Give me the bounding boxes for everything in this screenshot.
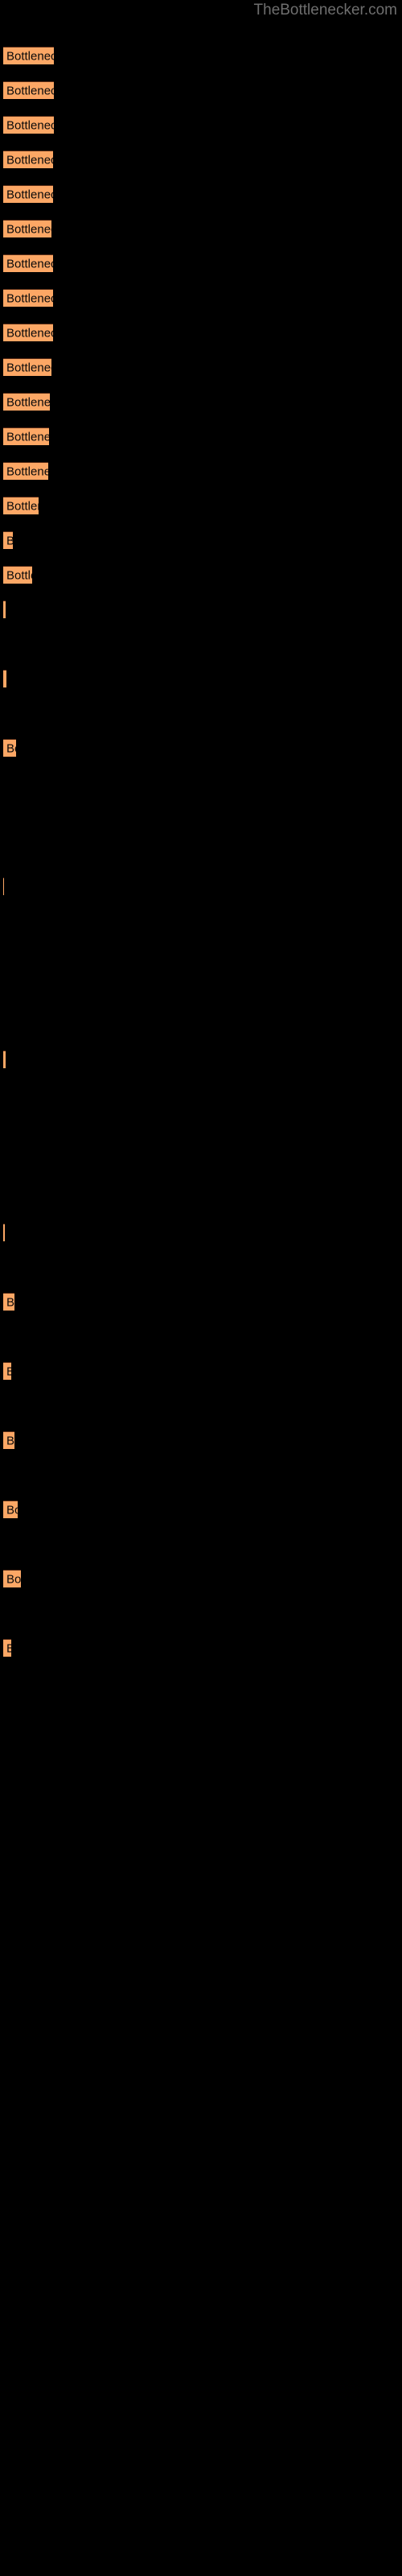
bar-label: Bottleneck result bbox=[6, 222, 51, 237]
bar: Bottleneck result bbox=[3, 462, 48, 480]
bar-label-clip: Bottleneck result bbox=[3, 1501, 18, 1519]
bar-label: Bottleneck result bbox=[6, 84, 54, 98]
bar-label-clip: Bottleneck result bbox=[3, 428, 49, 446]
bar-label-clip: Bottleneck result bbox=[3, 1432, 14, 1450]
bar-label: Bottleneck result bbox=[6, 153, 53, 167]
bar-label-clip: Bottleneck result bbox=[3, 221, 51, 238]
bar: Bottleneck result bbox=[3, 1501, 18, 1518]
bar: Bottleneck result bbox=[3, 220, 51, 237]
bar-label-clip: Bottleneck result bbox=[3, 1363, 11, 1381]
bar-label-clip: Bottleneck result bbox=[3, 47, 54, 65]
site-watermark: TheBottlenecker.com bbox=[253, 2, 397, 19]
bar-label-clip: Bottleneck result bbox=[3, 671, 6, 688]
bar-label-clip: Bottleneck result bbox=[3, 1224, 5, 1242]
bar-label-clip: Bottleneck result bbox=[3, 1640, 11, 1657]
bar-label: Bottleneck result bbox=[6, 1364, 11, 1379]
bar-label-clip: Bottleneck result bbox=[3, 82, 54, 100]
bottleneck-bar-chart: Bottleneck result Bottleneck result Bottle… bbox=[0, 0, 402, 2576]
bar-label-clip: Bottleneck result bbox=[3, 290, 53, 308]
plot-clip-area: Bottleneck result Bottleneck result Bottle… bbox=[0, 0, 402, 2576]
bar-label-clip: Bottleneck result bbox=[3, 878, 4, 896]
bar-label: Bottleneck result bbox=[6, 1295, 14, 1310]
bar-label-clip: Bottleneck result bbox=[3, 497, 39, 515]
bar-label: Bottleneck result bbox=[6, 291, 53, 306]
bar: Bottleneck result bbox=[3, 497, 39, 514]
bar-label-clip: Bottleneck result bbox=[3, 151, 53, 169]
bar: Bottleneck result bbox=[3, 1051, 6, 1068]
bar: Bottleneck result bbox=[3, 670, 6, 687]
bar: Bottleneck result bbox=[3, 1224, 5, 1241]
bar: Bottleneck result bbox=[3, 601, 6, 618]
bar: Bottleneck result bbox=[3, 151, 53, 168]
bar-label-clip: Bottleneck result bbox=[3, 463, 48, 481]
bar-label: Bottleneck result bbox=[6, 361, 51, 375]
bar: Bottleneck result bbox=[3, 531, 13, 549]
plot-area: Bottleneck result Bottleneck result Bottle… bbox=[0, 0, 402, 2576]
bar: Bottleneck result bbox=[3, 1293, 14, 1311]
bar-label-clip: Bottleneck result bbox=[3, 740, 16, 758]
bar: Bottleneck result bbox=[3, 427, 49, 445]
bar: Bottleneck result bbox=[3, 1362, 11, 1380]
bar-label: Bottleneck result bbox=[6, 395, 50, 410]
bar: Bottleneck result bbox=[3, 185, 53, 203]
bar-label: Bottleneck result bbox=[6, 741, 16, 756]
bar: Bottleneck result bbox=[3, 254, 53, 272]
bar: Bottleneck result bbox=[3, 81, 54, 99]
bar-label-clip: Bottleneck result bbox=[3, 532, 13, 550]
bar-label-clip: Bottleneck result bbox=[3, 567, 32, 584]
bar-label: Bottleneck result bbox=[6, 118, 54, 133]
bar-label-clip: Bottleneck result bbox=[3, 1571, 21, 1588]
bar-label: Bottleneck result bbox=[6, 188, 53, 202]
bar-label-clip: Bottleneck result bbox=[3, 255, 53, 273]
bar-label-clip: Bottleneck result bbox=[3, 186, 53, 204]
bar-label-clip: Bottleneck result bbox=[3, 359, 51, 377]
bar-label-clip: Bottleneck result bbox=[3, 394, 50, 411]
bar-label: Bottleneck result bbox=[6, 534, 13, 548]
bar-label-clip: Bottleneck result bbox=[3, 1051, 6, 1069]
bar: Bottleneck result bbox=[3, 393, 50, 411]
bar: Bottleneck result bbox=[3, 1431, 14, 1449]
bar-label: Bottleneck result bbox=[6, 430, 49, 444]
bar: Bottleneck result bbox=[3, 289, 53, 307]
bar-label: Bottleneck result bbox=[6, 499, 39, 514]
bar: Bottleneck result bbox=[3, 877, 4, 895]
bar-label: Bottleneck result bbox=[6, 49, 54, 64]
bar-label: Bottleneck result bbox=[6, 326, 53, 341]
bar-label: Bottleneck result bbox=[6, 1572, 21, 1587]
bar-label: Bottleneck result bbox=[6, 464, 48, 479]
bar: Bottleneck result bbox=[3, 116, 54, 134]
bar-label: Bottleneck result bbox=[6, 1503, 18, 1517]
bar: Bottleneck result bbox=[3, 739, 16, 757]
bar-label-clip: Bottleneck result bbox=[3, 1294, 14, 1311]
bar: Bottleneck result bbox=[3, 566, 32, 584]
bar: Bottleneck result bbox=[3, 1570, 21, 1587]
bar: Bottleneck result bbox=[3, 324, 53, 341]
bar-label: Bottleneck result bbox=[6, 1434, 14, 1448]
bar-label-clip: Bottleneck result bbox=[3, 324, 53, 342]
bar-label: Bottleneck result bbox=[6, 1641, 11, 1656]
bar: Bottleneck result bbox=[3, 358, 51, 376]
bar: Bottleneck result bbox=[3, 1639, 11, 1657]
bar-label: Bottleneck result bbox=[6, 257, 53, 271]
bar: Bottleneck result bbox=[3, 47, 54, 64]
bar-label-clip: Bottleneck result bbox=[3, 601, 6, 619]
bar-label-clip: Bottleneck result bbox=[3, 117, 54, 134]
bar-label: Bottleneck result bbox=[6, 568, 32, 583]
